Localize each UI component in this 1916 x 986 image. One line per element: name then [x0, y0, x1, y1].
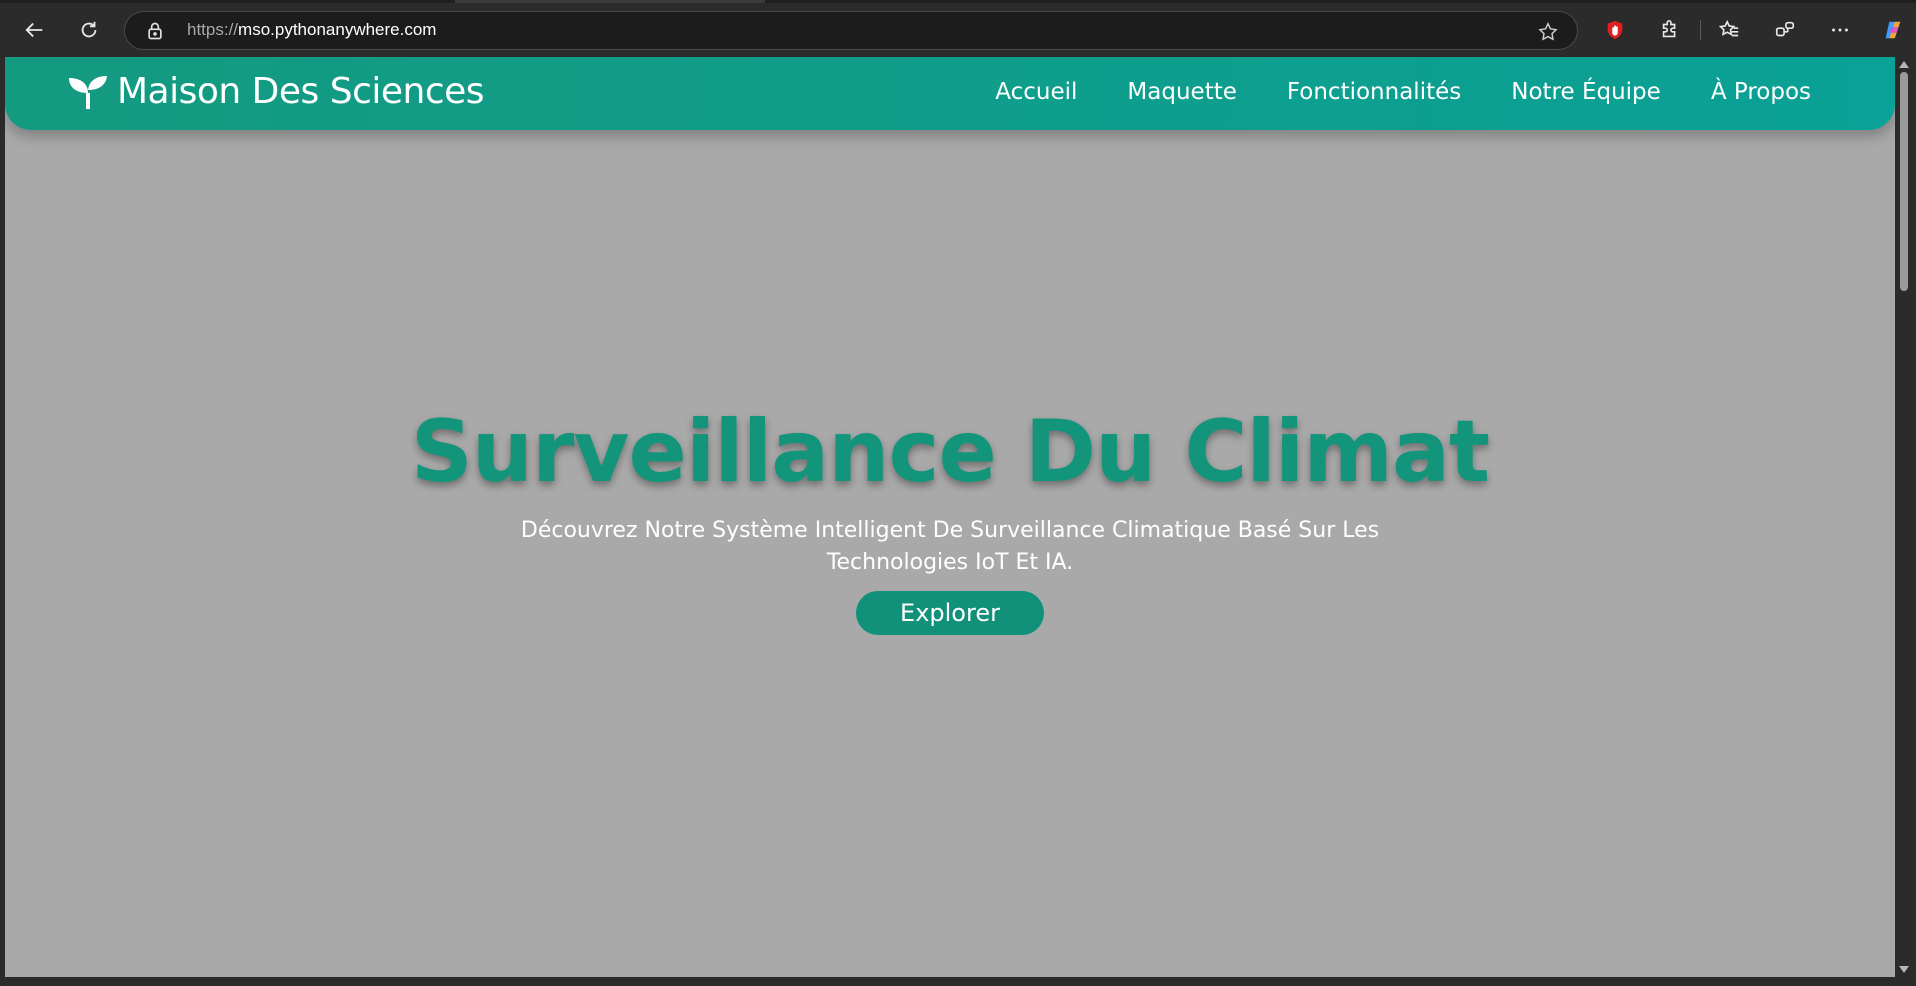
copilot-button[interactable] — [1875, 12, 1911, 48]
nav-link-notre-equipe[interactable]: Notre Équipe — [1511, 79, 1661, 105]
scroll-up-arrow-icon[interactable] — [1899, 61, 1909, 68]
nav-link-accueil[interactable]: Accueil — [995, 79, 1077, 105]
brand-name: Maison Des Sciences — [117, 71, 485, 112]
page-viewport: Maison Des Sciences Accueil Maquette Fon… — [5, 57, 1895, 977]
sprout-icon — [69, 75, 107, 109]
scrollbar-thumb[interactable] — [1900, 72, 1908, 291]
favorites-button[interactable] — [1711, 12, 1747, 48]
site-navbar: Maison Des Sciences Accueil Maquette Fon… — [5, 57, 1895, 130]
url-scheme: https:// — [187, 20, 239, 39]
nav-links: Accueil Maquette Fonctionnalités Notre É… — [995, 79, 1811, 105]
shield-hand-icon — [1607, 20, 1623, 40]
extensions-button[interactable] — [1652, 12, 1688, 48]
lock-icon[interactable] — [145, 21, 165, 41]
hero-title: Surveillance Du Climat — [410, 402, 1490, 502]
collections-button[interactable] — [1767, 12, 1803, 48]
address-bar[interactable]: https://mso.pythonanywhere.com — [124, 11, 1578, 50]
collections-icon — [1775, 21, 1795, 37]
hero-subtitle: Découvrez Notre Système Intelligent De S… — [520, 518, 1380, 575]
brand-logo-link[interactable]: Maison Des Sciences — [67, 71, 485, 112]
explorer-button[interactable]: Explorer — [856, 591, 1044, 635]
back-arrow-icon — [25, 22, 43, 38]
nav-link-maquette[interactable]: Maquette — [1127, 79, 1236, 105]
active-tab-edge[interactable] — [455, 0, 765, 3]
more-options-button[interactable] — [1822, 12, 1858, 48]
more-dots-icon — [1832, 28, 1848, 32]
hero-section: Surveillance Du Climat Découvrez Notre S… — [5, 397, 1895, 635]
refresh-icon — [81, 21, 97, 38]
toolbar-separator — [1700, 20, 1701, 40]
url-text[interactable]: https://mso.pythonanywhere.com — [187, 20, 436, 40]
refresh-button[interactable] — [71, 12, 107, 48]
browser-toolbar: https://mso.pythonanywhere.com — [0, 0, 1916, 58]
window-bottom-edge — [0, 977, 1916, 986]
nav-link-a-propos[interactable]: À Propos — [1711, 79, 1811, 105]
url-host: mso.pythonanywhere.com — [238, 20, 437, 39]
copilot-icon — [1885, 21, 1901, 39]
page-scrollbar[interactable] — [1896, 57, 1912, 977]
adblock-extension-button[interactable] — [1597, 12, 1633, 48]
scroll-down-arrow-icon[interactable] — [1899, 966, 1909, 973]
nav-link-fonctionnalites[interactable]: Fonctionnalités — [1287, 79, 1461, 105]
favorites-icon — [1718, 19, 1739, 37]
tab-strip — [0, 0, 1916, 3]
extensions-puzzle-icon — [1662, 20, 1676, 38]
back-button[interactable] — [17, 12, 53, 48]
star-icon[interactable] — [1537, 21, 1559, 43]
